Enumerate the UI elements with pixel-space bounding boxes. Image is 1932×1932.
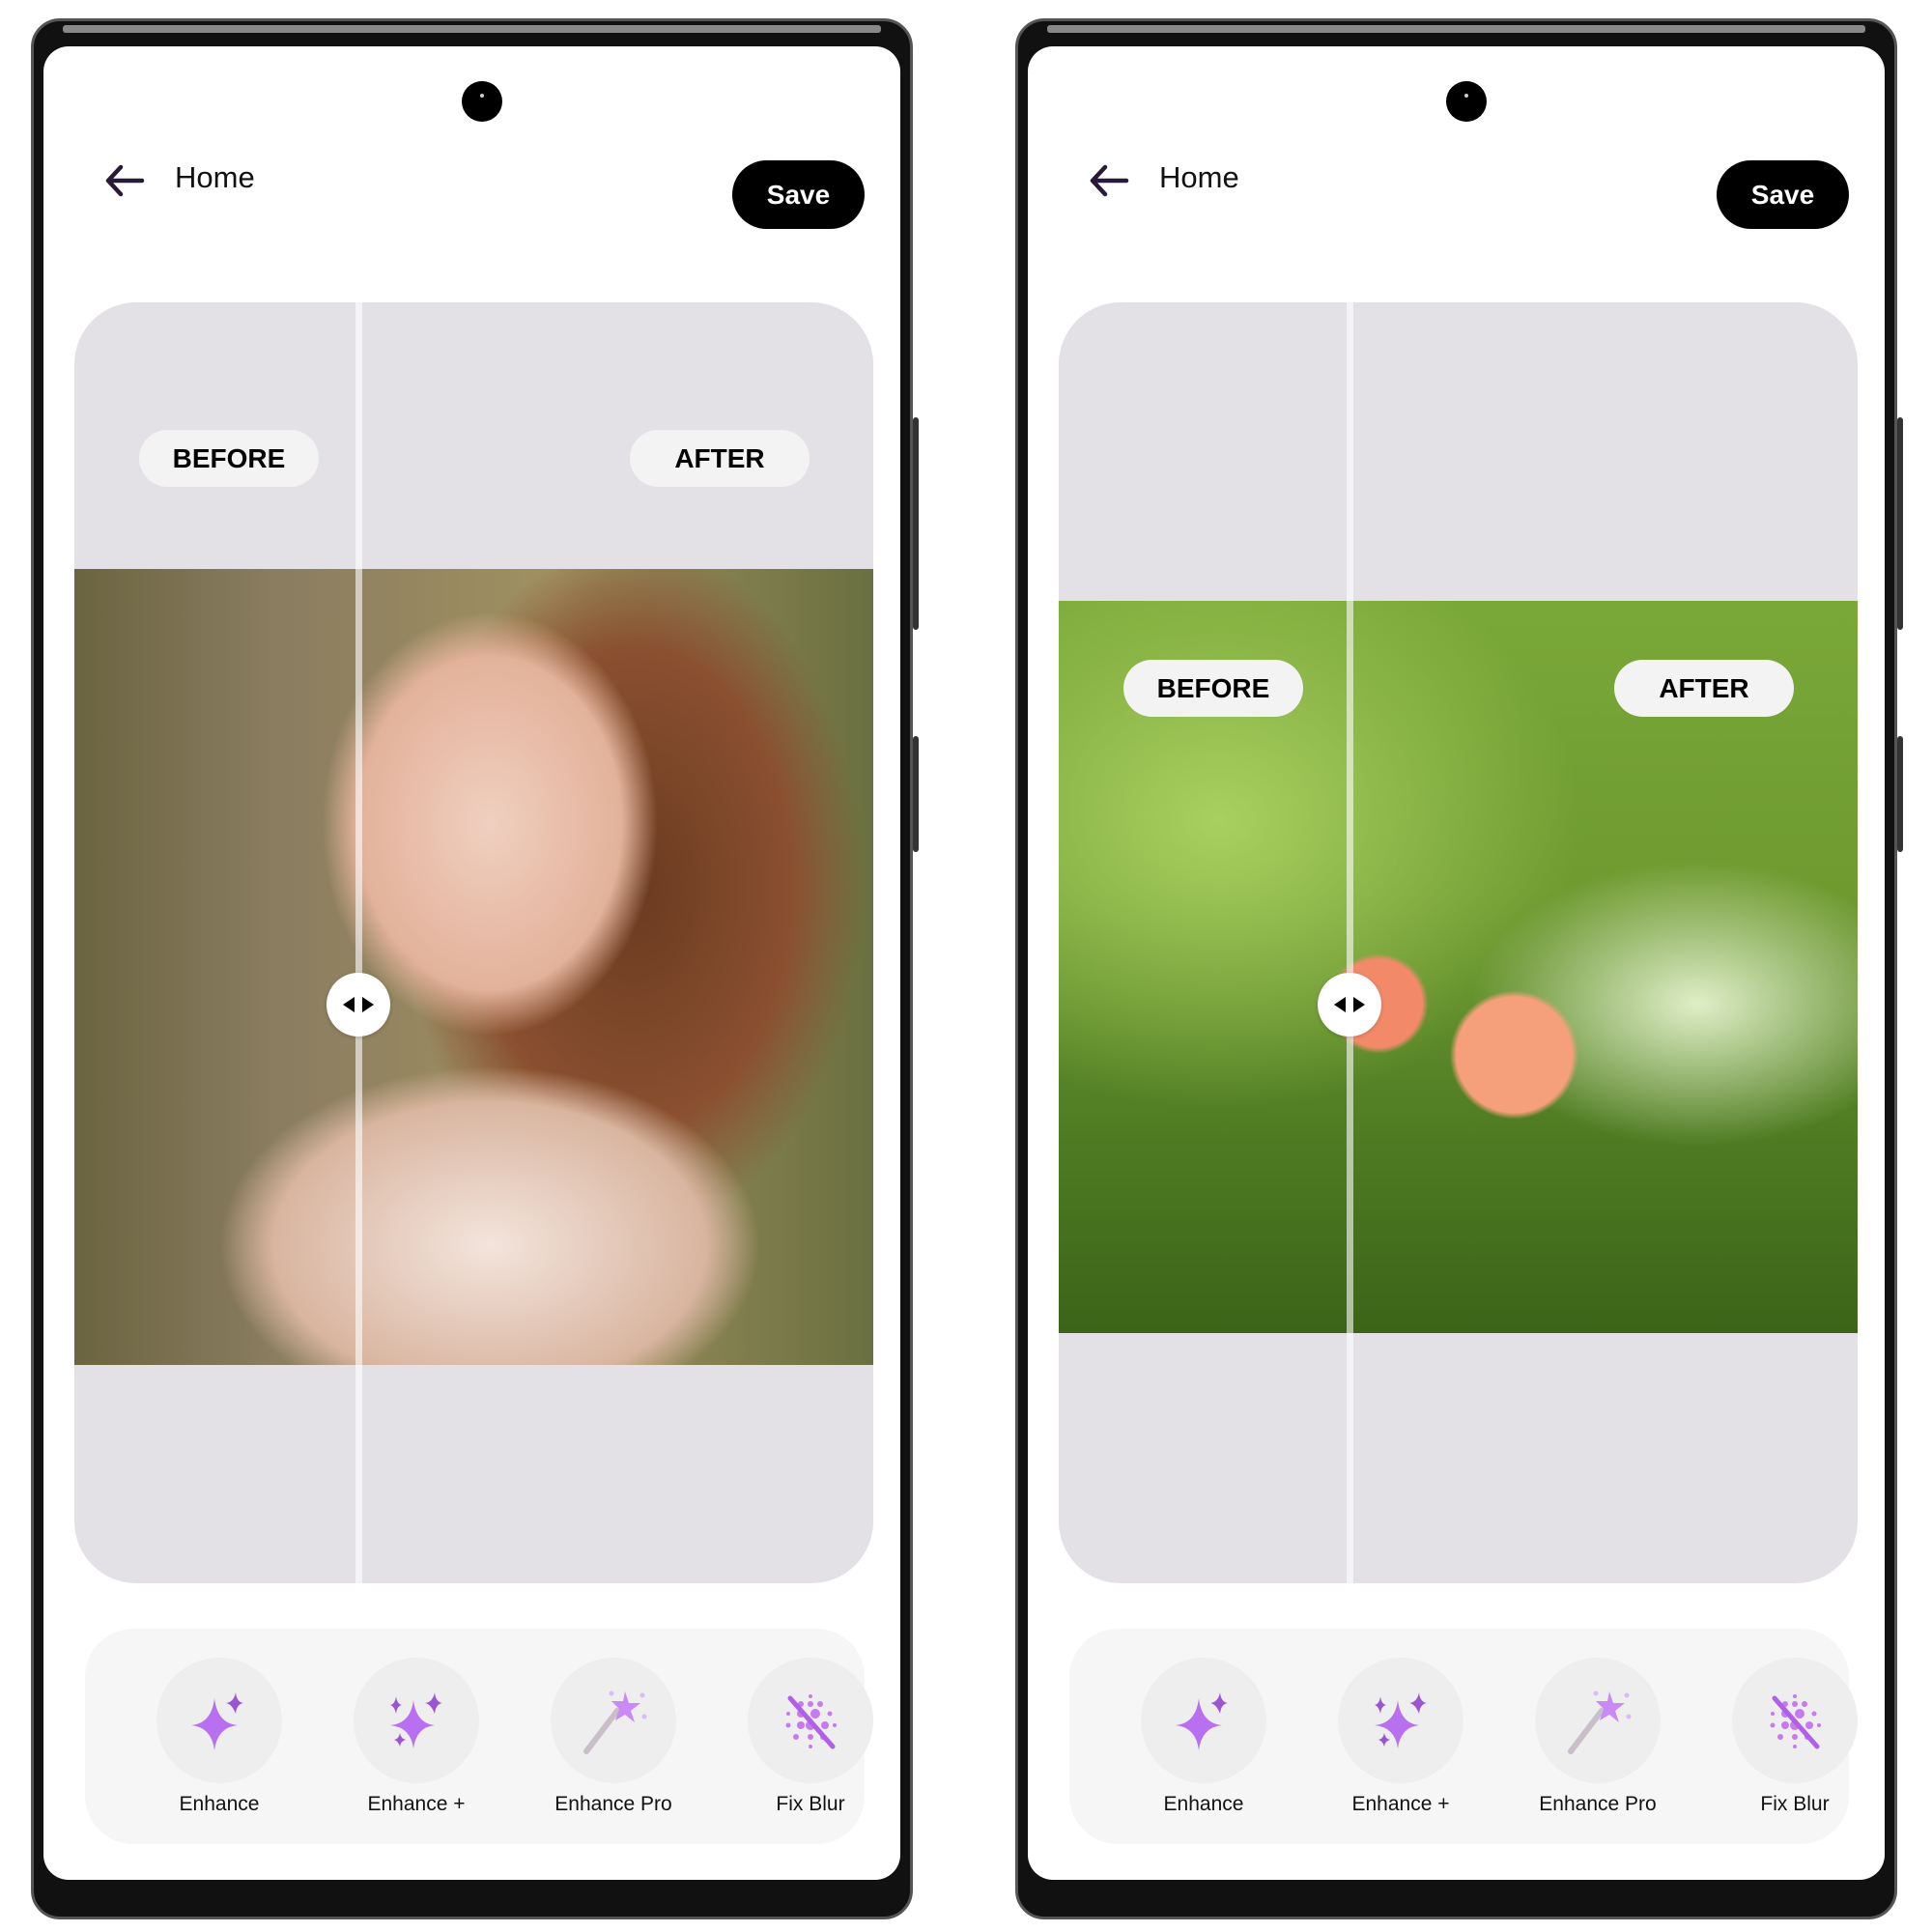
back-label[interactable]: Home xyxy=(175,160,255,195)
tool-enhance-plus[interactable]: Enhance + xyxy=(329,1658,503,1816)
power-button xyxy=(1897,736,1903,852)
back-arrow-icon[interactable] xyxy=(1086,157,1132,204)
compare-divider[interactable] xyxy=(1347,302,1353,1583)
arrow-left-icon xyxy=(1334,997,1346,1012)
camera-cutout xyxy=(1446,81,1487,122)
tool-label: Enhance + xyxy=(1351,1793,1450,1815)
volume-button xyxy=(913,417,919,630)
tool-enhance[interactable]: Enhance xyxy=(132,1658,306,1816)
magic-wand-icon xyxy=(551,1658,676,1783)
phone-edge xyxy=(63,25,881,33)
magic-wand-icon xyxy=(1535,1658,1661,1783)
tool-label: Enhance xyxy=(179,1793,260,1815)
tool-label: Enhance Pro xyxy=(554,1793,672,1815)
save-button[interactable]: Save xyxy=(732,160,865,229)
photo xyxy=(74,569,873,1365)
compare-divider[interactable] xyxy=(355,302,362,1583)
phone-frame: Home Save BEFORE AFTER Enhance Enhance + E… xyxy=(31,18,919,1919)
tool-enhance-pro[interactable]: Enhance Pro xyxy=(526,1658,700,1816)
before-after-compare: BEFORE AFTER xyxy=(1059,302,1858,1583)
tool-enhance-pro[interactable]: Enhance Pro xyxy=(1511,1658,1685,1816)
tool-bar: Enhance Enhance + Enhance Pro Fix Blur xyxy=(1069,1629,1858,1844)
fix-blur-icon xyxy=(748,1658,873,1783)
before-label: BEFORE xyxy=(1123,660,1303,717)
after-label: AFTER xyxy=(630,430,810,487)
tool-label: Fix Blur xyxy=(1760,1793,1830,1815)
app-screen: Home Save BEFORE AFTER Enhance Enhance + E… xyxy=(43,46,900,1880)
tool-label: Enhance xyxy=(1163,1793,1244,1815)
sparkle-icon xyxy=(1141,1658,1266,1783)
power-button xyxy=(913,736,919,852)
camera-cutout xyxy=(462,81,502,122)
back-label[interactable]: Home xyxy=(1159,160,1239,195)
before-after-compare: BEFORE AFTER xyxy=(74,302,873,1583)
tool-label: Enhance + xyxy=(367,1793,466,1815)
compare-slider-handle[interactable] xyxy=(1318,973,1381,1037)
phone-edge xyxy=(1047,25,1865,33)
save-button[interactable]: Save xyxy=(1717,160,1849,229)
tool-label: Fix Blur xyxy=(776,1793,845,1815)
after-label: AFTER xyxy=(1614,660,1794,717)
sparkles-icon xyxy=(1338,1658,1463,1783)
volume-button xyxy=(1897,417,1903,630)
sparkle-icon xyxy=(156,1658,282,1783)
arrow-right-icon xyxy=(362,997,374,1012)
app-screen: Home Save BEFORE AFTER Enhance Enhance + E… xyxy=(1028,46,1885,1880)
tool-bar: Enhance Enhance + Enhance Pro Fix Blur xyxy=(85,1629,873,1844)
tool-fix-blur[interactable]: Fix Blur xyxy=(724,1658,897,1816)
tool-fix-blur[interactable]: Fix Blur xyxy=(1708,1658,1882,1816)
before-label: BEFORE xyxy=(139,430,319,487)
arrow-right-icon xyxy=(1353,997,1365,1012)
tool-label: Enhance Pro xyxy=(1539,1793,1657,1815)
tool-enhance-plus[interactable]: Enhance + xyxy=(1314,1658,1488,1816)
sparkles-icon xyxy=(354,1658,479,1783)
tool-enhance[interactable]: Enhance xyxy=(1117,1658,1291,1816)
back-arrow-icon[interactable] xyxy=(101,157,148,204)
fix-blur-icon xyxy=(1732,1658,1858,1783)
phone-frame: Home Save BEFORE AFTER Enhance Enhance + E… xyxy=(1015,18,1903,1919)
compare-slider-handle[interactable] xyxy=(327,973,390,1037)
arrow-left-icon xyxy=(343,997,355,1012)
